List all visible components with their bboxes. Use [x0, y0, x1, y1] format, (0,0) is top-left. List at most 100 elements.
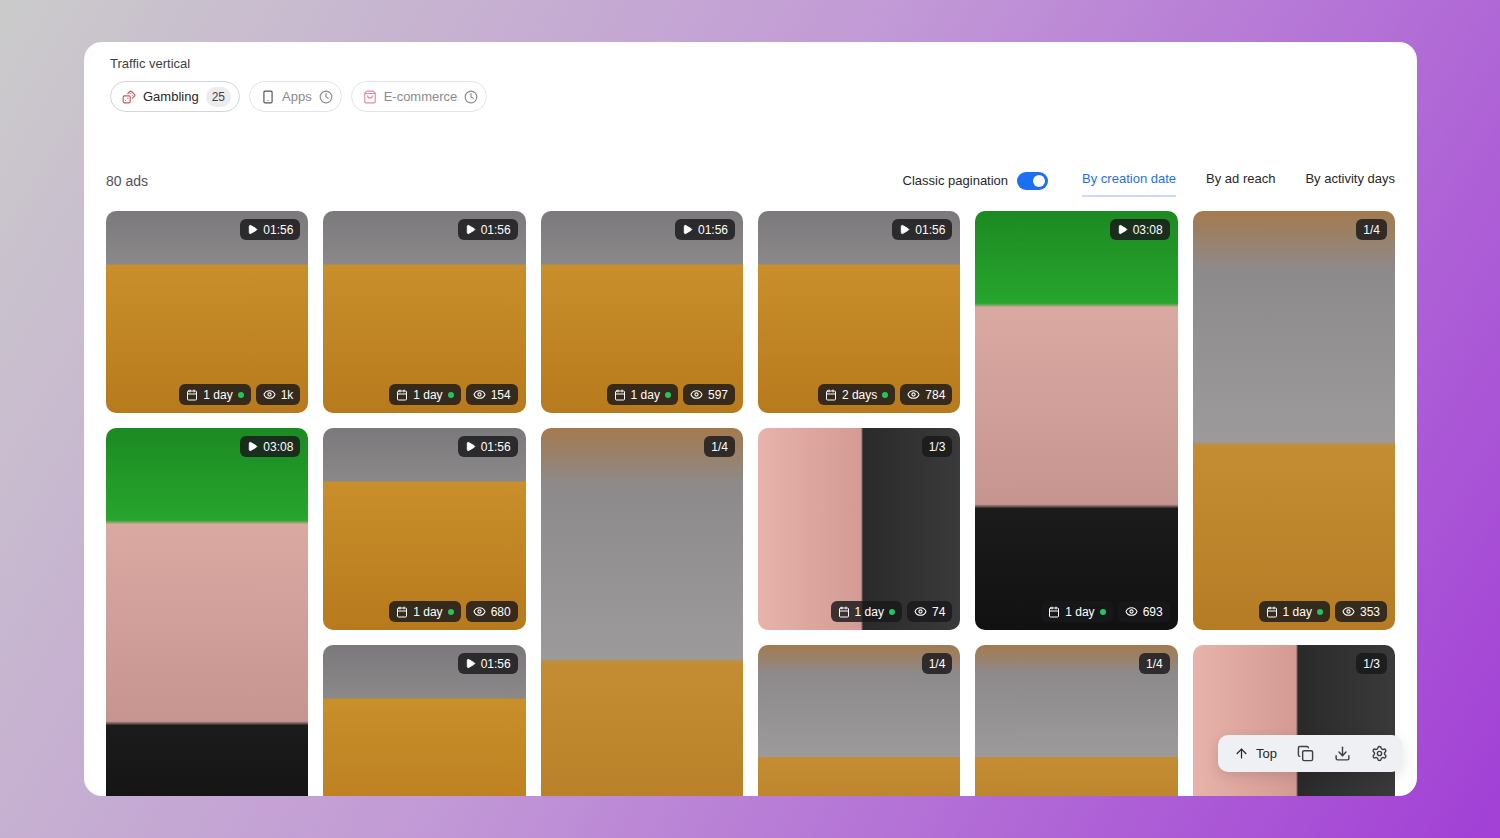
play-icon: [247, 441, 258, 452]
ads-column: 01:561 day1k03:08: [106, 211, 308, 796]
ad-card[interactable]: 01:56 2 days784: [758, 211, 960, 413]
chip-count: 25: [206, 87, 231, 107]
sort-tab[interactable]: By creation date: [1082, 164, 1176, 197]
views-badge: 693: [1118, 601, 1170, 622]
active-dot: [1100, 609, 1106, 615]
days-badge: 1 day: [1041, 601, 1112, 622]
active-dot: [238, 392, 244, 398]
copy-button[interactable]: [1297, 745, 1314, 762]
active-dot: [665, 392, 671, 398]
ad-stats: 1 day 154: [389, 384, 517, 405]
ad-card[interactable]: 03:08: [106, 428, 308, 796]
arrow-up-icon: [1234, 746, 1249, 761]
ecommerce-icon: [363, 90, 377, 104]
active-dot: [1317, 609, 1323, 615]
ad-card[interactable]: 01:561 day154: [323, 211, 525, 413]
eye-icon: [1342, 605, 1355, 618]
sort-tab[interactable]: By ad reach: [1206, 164, 1275, 197]
views-badge: 597: [683, 384, 735, 405]
duration-badge: 01:56: [458, 436, 518, 457]
ads-count: 80 ads: [106, 173, 148, 189]
sort-tabs: By creation date By ad reach By activity d…: [1082, 164, 1395, 197]
calendar-icon: [186, 389, 198, 401]
calendar-icon: [396, 389, 408, 401]
ad-stats: 1 day 693: [1041, 601, 1169, 622]
ad-card[interactable]: 01:561 day1k: [106, 211, 308, 413]
slides-badge: 1/4: [1356, 219, 1387, 240]
ad-card[interactable]: 1/3: [1193, 645, 1395, 796]
vertical-chips: Gambling25AppsE-commerce: [110, 81, 1395, 112]
slides-badge: 1/4: [1139, 653, 1170, 674]
vertical-chip: Apps: [249, 81, 342, 112]
slides-badge: 1/4: [704, 436, 735, 457]
ad-card[interactable]: 1/4 1 day353: [1193, 211, 1395, 630]
pagination-toggle[interactable]: Classic pagination: [903, 172, 1049, 190]
ad-card[interactable]: 1/3 1 day74: [758, 428, 960, 630]
sort-tab[interactable]: By activity days: [1305, 164, 1395, 197]
top-button[interactable]: Top: [1234, 746, 1277, 761]
play-icon: [682, 224, 693, 235]
days-badge: 1 day: [389, 384, 460, 405]
ads-grid: 01:561 day1k03:0801:561 day15401:561 day…: [106, 211, 1395, 796]
play-icon: [1117, 224, 1128, 235]
slides-badge: 1/3: [922, 436, 953, 457]
views-badge: 784: [900, 384, 952, 405]
days-badge: 1 day: [607, 384, 678, 405]
gear-icon: [1371, 745, 1388, 762]
ad-card[interactable]: 01:56: [323, 645, 525, 796]
eye-icon: [473, 605, 486, 618]
ad-card[interactable]: 1/4: [758, 645, 960, 796]
gambling-icon: [122, 90, 136, 104]
active-dot: [889, 609, 895, 615]
days-badge: 1 day: [1259, 601, 1330, 622]
play-icon: [465, 441, 476, 452]
download-icon: [1334, 745, 1351, 762]
toggle-switch[interactable]: [1017, 172, 1048, 190]
slides-badge: 1/3: [1356, 653, 1387, 674]
ad-card[interactable]: 1/4: [975, 645, 1177, 796]
views-badge: 353: [1335, 601, 1387, 622]
ads-column: 01:56 2 days784 1/3 1 day74 1/4: [758, 211, 960, 796]
ad-stats: 1 day353: [1259, 601, 1387, 622]
ad-stats: 2 days784: [818, 384, 952, 405]
ad-stats: 1 day597: [607, 384, 735, 405]
days-badge: 1 day: [389, 601, 460, 622]
eye-icon: [690, 388, 703, 401]
duration-badge: 01:56: [892, 219, 952, 240]
eye-icon: [473, 388, 486, 401]
days-badge: 1 day: [831, 601, 902, 622]
ad-stats: 1 day74: [831, 601, 953, 622]
eye-icon: [1125, 605, 1138, 618]
ad-card[interactable]: 01:56 1 day597: [541, 211, 743, 413]
ads-column: 01:56 1 day597 1/4: [541, 211, 743, 796]
toggle-knob: [1033, 175, 1045, 187]
duration-badge: 01:56: [675, 219, 735, 240]
play-icon: [465, 658, 476, 669]
slides-badge: 1/4: [922, 653, 953, 674]
days-badge: 2 days: [818, 384, 895, 405]
active-dot: [882, 392, 888, 398]
views-badge: 74: [907, 601, 952, 622]
apps-icon: [261, 90, 275, 104]
ad-card[interactable]: 03:081 day693: [975, 211, 1177, 630]
floating-toolbar: Top: [1218, 735, 1402, 772]
ad-card[interactable]: 1/4: [541, 428, 743, 796]
sort-controls: Classic pagination By creation date By ad …: [903, 164, 1395, 197]
ads-panel: Traffic verticalGambling25AppsE-commerce…: [84, 42, 1417, 796]
ads-column: 01:56 1 day 154 01:56 1 day 68001:56: [323, 211, 525, 796]
eye-icon: [263, 388, 276, 401]
calendar-icon: [614, 389, 626, 401]
download-button[interactable]: [1334, 745, 1351, 762]
calendar-icon: [1048, 606, 1060, 618]
views-badge: 680: [466, 601, 518, 622]
settings-button[interactable]: [1371, 745, 1388, 762]
results-bar: 80 ads Classic pagination By creation date…: [106, 164, 1395, 197]
ad-card[interactable]: 01:56 1 day 680: [323, 428, 525, 630]
views-badge: 154: [466, 384, 518, 405]
ad-stats: 1 day1k: [179, 384, 300, 405]
active-dot: [448, 609, 454, 615]
vertical-chip[interactable]: Gambling25: [110, 81, 240, 112]
active-dot: [448, 392, 454, 398]
days-badge: 1 day: [179, 384, 250, 405]
clock-icon: [319, 90, 333, 104]
